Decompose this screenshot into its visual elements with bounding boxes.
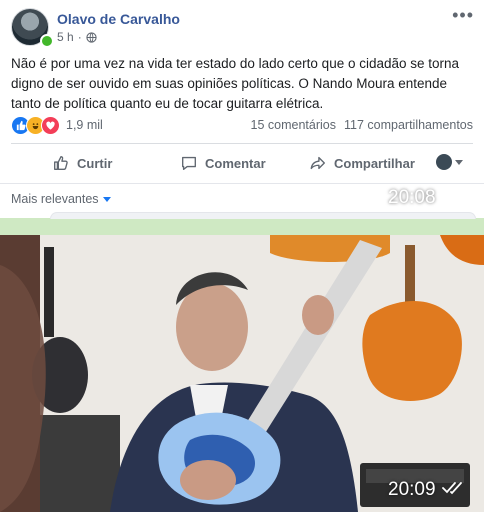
photo-message[interactable]: 20:09 [0, 235, 484, 512]
post-text: Não é por uma vez na vida ter estado do … [11, 56, 460, 111]
reaction-count[interactable]: 1,9 mil [66, 118, 103, 132]
online-status-indicator [40, 34, 54, 48]
comments-count[interactable]: 15 comentários [251, 118, 336, 132]
more-options-icon[interactable]: ••• [452, 6, 474, 24]
post-header: Olavo de Carvalho 5 h · ••• [0, 0, 484, 50]
comment-input-stub[interactable] [50, 212, 476, 219]
like-label: Curtir [77, 155, 113, 171]
post-time[interactable]: 5 h [57, 30, 74, 44]
reaction-icons[interactable] [11, 115, 60, 135]
comment-label: Comentar [205, 155, 266, 171]
love-icon [41, 115, 60, 135]
message-timestamp: 20:08 [388, 187, 466, 209]
like-button[interactable]: Curtir [52, 154, 112, 172]
post-stats: 15 comentários 117 compartilhamentos [251, 118, 473, 132]
message-time: 20:08 [388, 187, 436, 208]
post-actions: Curtir Comentar Compartilhar [0, 146, 484, 180]
comment-icon [182, 156, 196, 170]
user-avatar [436, 154, 452, 170]
divider [11, 143, 473, 144]
divider [0, 183, 484, 184]
sort-label: Mais relevantes [11, 192, 99, 206]
chevron-down-icon [455, 159, 463, 165]
audience-selector[interactable] [436, 154, 463, 170]
author-name[interactable]: Olavo de Carvalho [57, 11, 180, 27]
globe-icon [86, 31, 97, 43]
share-label: Compartilhar [334, 155, 415, 171]
shares-count[interactable]: 117 compartilhamentos [344, 118, 473, 132]
reactions-bar: 1,9 mil 15 comentários 117 compartilhame… [11, 115, 473, 135]
message-timestamp: 20:09 [388, 479, 466, 501]
facebook-post-screenshot[interactable]: Olavo de Carvalho 5 h · ••• Não é por um… [0, 0, 484, 219]
chevron-down-icon [102, 196, 111, 202]
double-check-icon [441, 187, 466, 209]
photo-image [0, 235, 484, 512]
comment-sort-dropdown[interactable]: Mais relevantes [11, 192, 111, 206]
post-meta: 5 h · [57, 30, 97, 44]
double-check-icon [441, 479, 466, 501]
thumbs-up-icon [54, 156, 68, 170]
comment-button[interactable]: Comentar [180, 154, 266, 172]
share-button[interactable]: Compartilhar [309, 154, 415, 172]
message-time: 20:09 [388, 479, 436, 500]
share-arrow-icon [310, 156, 325, 170]
